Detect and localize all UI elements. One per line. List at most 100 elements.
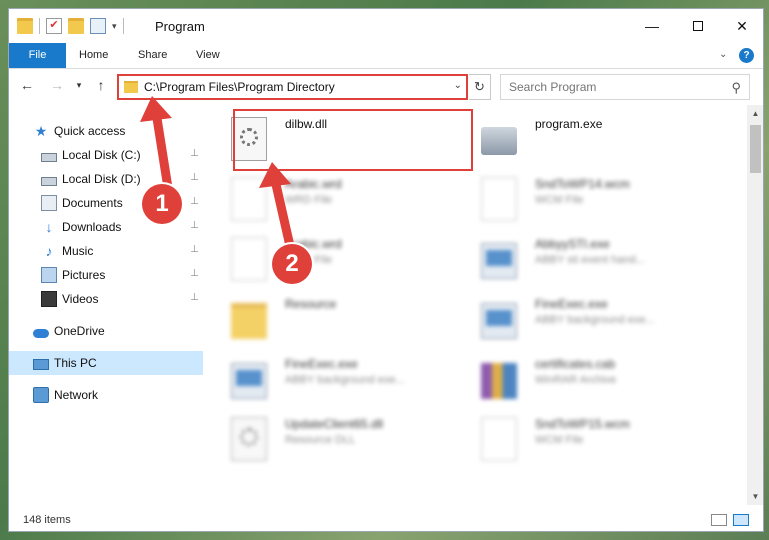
- pin-icon[interactable]: ⊥: [190, 196, 199, 207]
- file-tile[interactable]: FineExec.exe ABBY background exe...: [473, 289, 713, 345]
- file-tile[interactable]: Resource: [223, 289, 463, 345]
- file-tile[interactable]: SndToWP14.wcm WCM File: [473, 169, 713, 225]
- folder-icon[interactable]: [17, 18, 33, 34]
- sidebar-item-local-disk-c[interactable]: Local Disk (C:) ⊥: [41, 143, 203, 167]
- search-icon[interactable]: ⚲: [731, 80, 741, 96]
- help-icon[interactable]: ?: [739, 48, 754, 63]
- new-folder-icon[interactable]: [68, 18, 84, 34]
- forward-arrow-icon[interactable]: →: [47, 77, 67, 93]
- file-name: certificates.cab: [535, 357, 616, 371]
- quick-access-toolbar: ✔ ▾: [17, 18, 124, 34]
- properties-checkmark-icon[interactable]: ✔: [46, 18, 62, 34]
- document-file-icon: [231, 177, 267, 221]
- file-name: UpdateClient65.dll: [285, 417, 384, 431]
- close-button[interactable]: ✕: [719, 9, 763, 43]
- sidebar-item-music[interactable]: ♪ Music ⊥: [41, 239, 203, 263]
- file-type: WRD File: [285, 194, 333, 206]
- tab-share[interactable]: Share: [132, 43, 173, 68]
- pin-icon[interactable]: ⊥: [190, 292, 199, 303]
- pin-icon[interactable]: ⊥: [190, 244, 199, 255]
- status-bar: 148 items: [9, 509, 763, 531]
- search-input[interactable]: [509, 80, 719, 94]
- file-name: Arabic.wrd: [285, 177, 342, 191]
- file-tile[interactable]: Arabic.wrd WRD File: [223, 169, 463, 225]
- file-name: SndToWP14.wcm: [535, 177, 630, 191]
- file-tile[interactable]: certificates.cab WinRAR Archive: [473, 349, 713, 405]
- window-glyph: [236, 370, 262, 386]
- download-icon: ↓: [45, 219, 53, 235]
- document-file-icon: [481, 177, 517, 221]
- address-path[interactable]: C:\Program Files\Program Directory: [144, 80, 335, 94]
- callout-step-1: 1: [142, 184, 182, 224]
- sidebar-item-pictures[interactable]: Pictures ⊥: [41, 263, 203, 287]
- scrollbar-thumb[interactable]: [750, 125, 761, 173]
- pin-icon[interactable]: ⊥: [190, 172, 199, 183]
- pin-icon[interactable]: ⊥: [190, 148, 199, 159]
- toolbar-dropdown-icon[interactable]: ▾: [112, 21, 117, 32]
- explorer-window: ✔ ▾ Program — ✕ File Home Share View ⌄ ?…: [8, 8, 764, 532]
- recent-locations-icon[interactable]: ▾: [69, 80, 89, 91]
- toolbar-divider: [39, 18, 40, 34]
- sidebar-item-label: Local Disk (D:): [62, 172, 141, 186]
- tab-view[interactable]: View: [190, 43, 226, 68]
- pin-icon[interactable]: ⊥: [190, 268, 199, 279]
- back-arrow-icon[interactable]: ←: [17, 77, 37, 93]
- file-list: dilbw.dll program.exe Arabic.wrd WRD Fil…: [223, 105, 743, 505]
- ribbon: File Home Share View ⌄ ?: [9, 43, 763, 69]
- sidebar-item-local-disk-d[interactable]: Local Disk (D:) ⊥: [41, 167, 203, 191]
- exe-file-icon: [481, 303, 517, 339]
- file-name: program.exe: [535, 117, 603, 131]
- scroll-up-icon[interactable]: ▲: [747, 105, 763, 122]
- documents-icon: [41, 195, 57, 211]
- refresh-button[interactable]: ↻: [469, 74, 491, 100]
- document-file-icon: [481, 417, 517, 461]
- file-type: WinRAR Archive: [535, 374, 617, 386]
- star-icon: ★: [34, 123, 48, 139]
- tab-file[interactable]: File: [9, 43, 66, 68]
- refresh-icon: ↻: [474, 79, 485, 94]
- sidebar-item-label: Documents: [62, 196, 123, 210]
- details-view-icon[interactable]: [711, 514, 727, 526]
- file-tile-program-exe[interactable]: program.exe: [473, 109, 713, 165]
- program-exe-icon: [481, 127, 517, 155]
- maximize-button[interactable]: [675, 9, 721, 43]
- file-type: WCM File: [535, 434, 584, 446]
- scroll-down-icon[interactable]: ▼: [747, 488, 763, 505]
- search-box[interactable]: ⚲: [500, 74, 750, 100]
- file-tile[interactable]: FineExec.exe ABBY background exe...: [223, 349, 463, 405]
- onedrive-icon: [33, 328, 49, 338]
- up-arrow-icon[interactable]: ↑: [91, 77, 111, 93]
- customize-toolbar-icon[interactable]: [90, 18, 106, 34]
- sidebar-item-quick-access[interactable]: ★ Quick access: [33, 119, 203, 143]
- minimize-button[interactable]: —: [629, 9, 675, 43]
- sidebar-item-downloads[interactable]: ↓ Downloads ⊥: [41, 215, 203, 239]
- tiles-view-icon[interactable]: [733, 514, 749, 526]
- file-tile[interactable]: AbbyySTI.exe ABBY sti event hand...: [473, 229, 713, 285]
- address-dropdown-icon[interactable]: ⌄: [454, 80, 462, 91]
- sidebar-item-this-pc[interactable]: This PC: [9, 351, 203, 375]
- window-glyph: [486, 310, 512, 326]
- file-type: ABBY sti event hand...: [535, 254, 645, 266]
- folder-icon: [231, 303, 267, 339]
- tab-home[interactable]: Home: [73, 43, 114, 68]
- item-count: 148 items: [23, 514, 71, 526]
- file-name: FineExec.exe: [285, 357, 358, 371]
- archive-file-icon: [481, 363, 517, 399]
- drive-icon: [41, 176, 57, 186]
- file-tile[interactable]: UpdateClient65.dll Resource DLL: [223, 409, 463, 465]
- sidebar-item-label: Quick access: [54, 124, 126, 138]
- expand-ribbon-icon[interactable]: ⌄: [719, 49, 727, 60]
- pin-icon[interactable]: ⊥: [190, 220, 199, 231]
- sidebar-item-onedrive[interactable]: OneDrive: [33, 319, 203, 343]
- vertical-scrollbar[interactable]: ▲ ▼: [747, 105, 763, 505]
- file-tile[interactable]: Arabic.wrd WRD File: [223, 229, 463, 285]
- sidebar-item-videos[interactable]: Videos ⊥: [41, 287, 203, 311]
- file-tile[interactable]: SndToWP15.wcm WCM File: [473, 409, 713, 465]
- address-bar[interactable]: C:\Program Files\Program Directory ⌄: [117, 74, 468, 100]
- file-type: Resource DLL: [285, 434, 356, 446]
- annotation-highlight-box: [233, 109, 473, 171]
- exe-file-icon: [231, 363, 267, 399]
- sidebar-item-label: Local Disk (C:): [62, 148, 141, 162]
- sidebar-item-network[interactable]: Network: [33, 383, 203, 407]
- sidebar-item-label: This PC: [54, 356, 97, 370]
